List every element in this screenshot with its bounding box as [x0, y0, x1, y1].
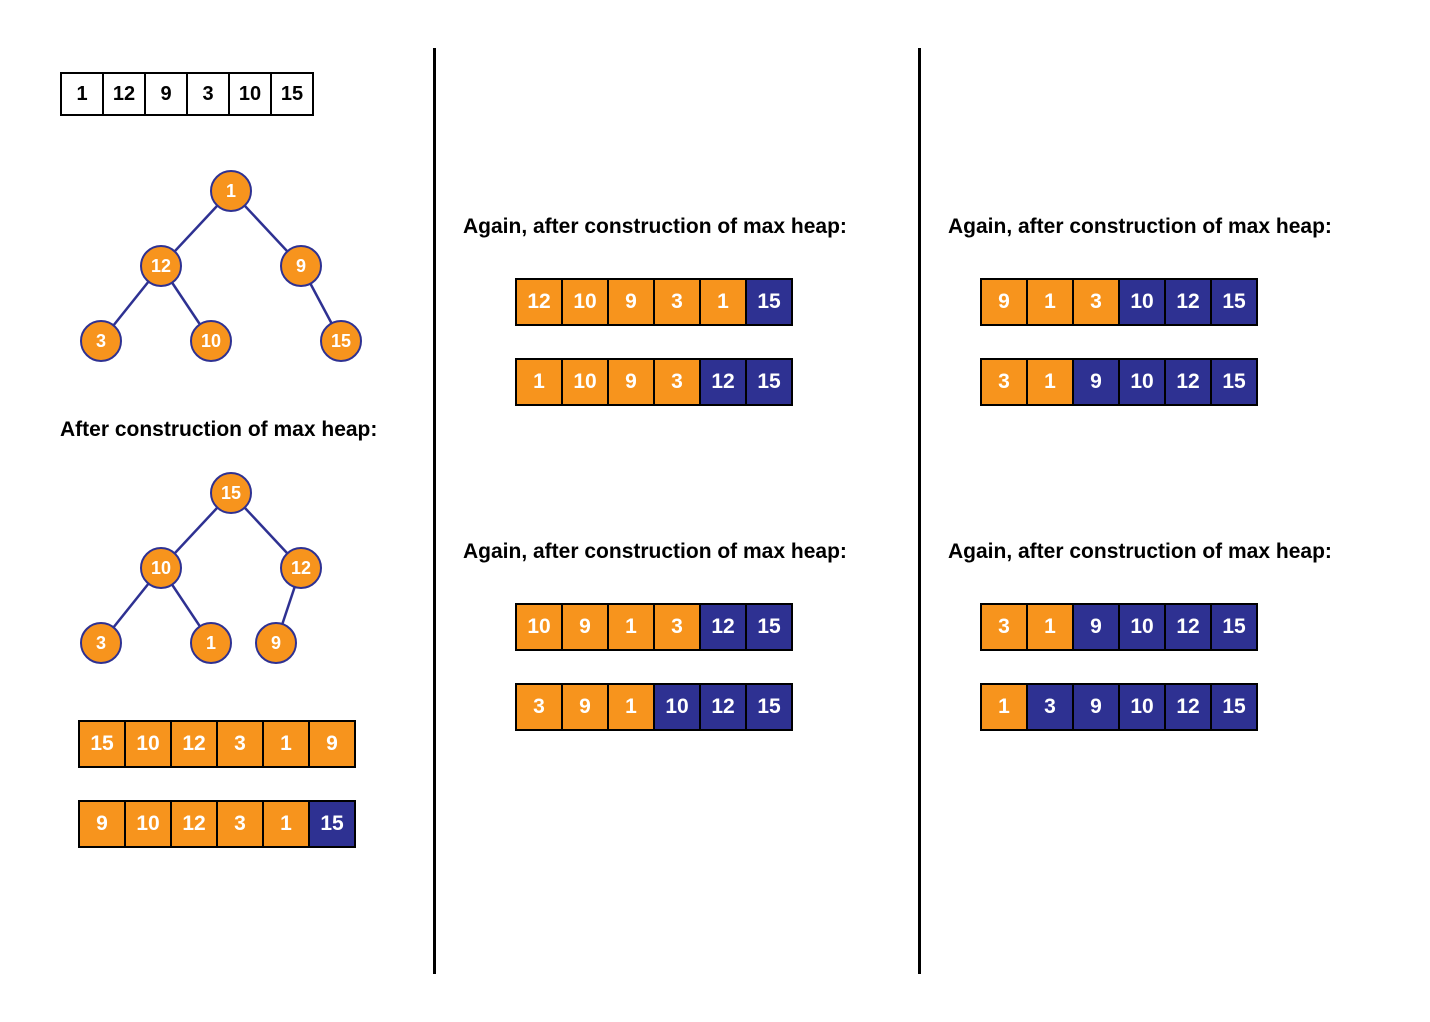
array-cell: 9	[980, 278, 1028, 326]
tree-node: 3	[80, 622, 122, 664]
tree-initial: 1 12 9 3 10 15	[60, 170, 380, 370]
col3-top-array-2: 319101215	[980, 358, 1258, 406]
array-cell: 15	[1210, 683, 1258, 731]
tree-node: 1	[190, 622, 232, 664]
tree-node: 12	[140, 245, 182, 287]
array-cell: 9	[607, 358, 655, 406]
array-cell: 1	[607, 603, 655, 651]
array-cell: 15	[745, 683, 793, 731]
caption-again-2a: Again, after construction of max heap:	[463, 215, 847, 239]
array-cell: 3	[653, 278, 701, 326]
array-cell: 10	[1118, 278, 1166, 326]
array-cell: 10	[1118, 683, 1166, 731]
array-cell: 1	[262, 720, 310, 768]
array-cell: 3	[216, 720, 264, 768]
array-cell: 3	[1072, 278, 1120, 326]
array-cell: 15	[78, 720, 126, 768]
caption-again-3b: Again, after construction of max heap:	[948, 540, 1332, 564]
array-cell: 1	[1026, 358, 1074, 406]
array-cell: 10	[228, 72, 272, 116]
array-cell: 15	[745, 358, 793, 406]
col2-bot-array-1: 109131215	[515, 603, 793, 651]
array-cell: 10	[124, 800, 172, 848]
col3-top-array-1: 913101215	[980, 278, 1258, 326]
col2-bot-array-2: 391101215	[515, 683, 793, 731]
tree-node: 15	[320, 320, 362, 362]
array-cell: 9	[607, 278, 655, 326]
col1-array-1: 151012319	[78, 720, 356, 768]
tree-node: 9	[255, 622, 297, 664]
array-cell: 12	[515, 278, 563, 326]
array-cell: 12	[102, 72, 146, 116]
array-cell: 10	[561, 278, 609, 326]
col2-top-array-2: 110931215	[515, 358, 793, 406]
array-cell: 3	[653, 603, 701, 651]
initial-array: 112931015	[60, 72, 314, 116]
array-cell: 3	[980, 603, 1028, 651]
tree-node: 12	[280, 547, 322, 589]
vertical-divider-1	[433, 48, 436, 974]
array-cell: 9	[1072, 358, 1120, 406]
array-cell: 12	[170, 800, 218, 848]
tree-node: 10	[140, 547, 182, 589]
array-cell: 15	[745, 603, 793, 651]
array-cell: 1	[515, 358, 563, 406]
array-cell: 9	[78, 800, 126, 848]
array-cell: 15	[745, 278, 793, 326]
array-cell: 15	[308, 800, 356, 848]
array-cell: 15	[1210, 278, 1258, 326]
array-cell: 1	[60, 72, 104, 116]
array-cell: 12	[1164, 278, 1212, 326]
caption-again-3a: Again, after construction of max heap:	[948, 215, 1332, 239]
array-cell: 10	[1118, 358, 1166, 406]
array-cell: 12	[170, 720, 218, 768]
vertical-divider-2	[918, 48, 921, 974]
array-cell: 3	[216, 800, 264, 848]
array-cell: 1	[607, 683, 655, 731]
col2-top-array-1: 121093115	[515, 278, 793, 326]
array-cell: 12	[699, 683, 747, 731]
array-cell: 12	[1164, 683, 1212, 731]
array-cell: 3	[515, 683, 563, 731]
tree-node: 10	[190, 320, 232, 362]
array-cell: 1	[262, 800, 310, 848]
array-cell: 3	[186, 72, 230, 116]
array-cell: 12	[699, 358, 747, 406]
array-cell: 10	[124, 720, 172, 768]
col3-bot-array-1: 319101215	[980, 603, 1258, 651]
array-cell: 9	[1072, 603, 1120, 651]
array-cell: 9	[144, 72, 188, 116]
array-cell: 3	[653, 358, 701, 406]
array-cell: 9	[1072, 683, 1120, 731]
array-cell: 12	[699, 603, 747, 651]
array-cell: 1	[1026, 278, 1074, 326]
array-cell: 3	[1026, 683, 1074, 731]
array-cell: 1	[980, 683, 1028, 731]
tree-node: 15	[210, 472, 252, 514]
tree-max-heap: 15 10 12 3 19	[60, 472, 380, 672]
array-cell: 15	[1210, 603, 1258, 651]
array-cell: 10	[515, 603, 563, 651]
array-cell: 9	[561, 683, 609, 731]
array-cell: 10	[653, 683, 701, 731]
array-cell: 1	[1026, 603, 1074, 651]
caption-after-construction: After construction of max heap:	[60, 418, 377, 442]
caption-again-2b: Again, after construction of max heap:	[463, 540, 847, 564]
col1-array-2: 910123115	[78, 800, 356, 848]
array-cell: 9	[308, 720, 356, 768]
array-cell: 10	[1118, 603, 1166, 651]
tree-node: 3	[80, 320, 122, 362]
array-cell: 10	[561, 358, 609, 406]
tree-node: 1	[210, 170, 252, 212]
array-cell: 15	[1210, 358, 1258, 406]
tree-node: 9	[280, 245, 322, 287]
array-cell: 3	[980, 358, 1028, 406]
array-cell: 1	[699, 278, 747, 326]
array-cell: 9	[561, 603, 609, 651]
array-cell: 12	[1164, 603, 1212, 651]
col3-bot-array-2: 139101215	[980, 683, 1258, 731]
array-cell: 15	[270, 72, 314, 116]
array-cell: 12	[1164, 358, 1212, 406]
